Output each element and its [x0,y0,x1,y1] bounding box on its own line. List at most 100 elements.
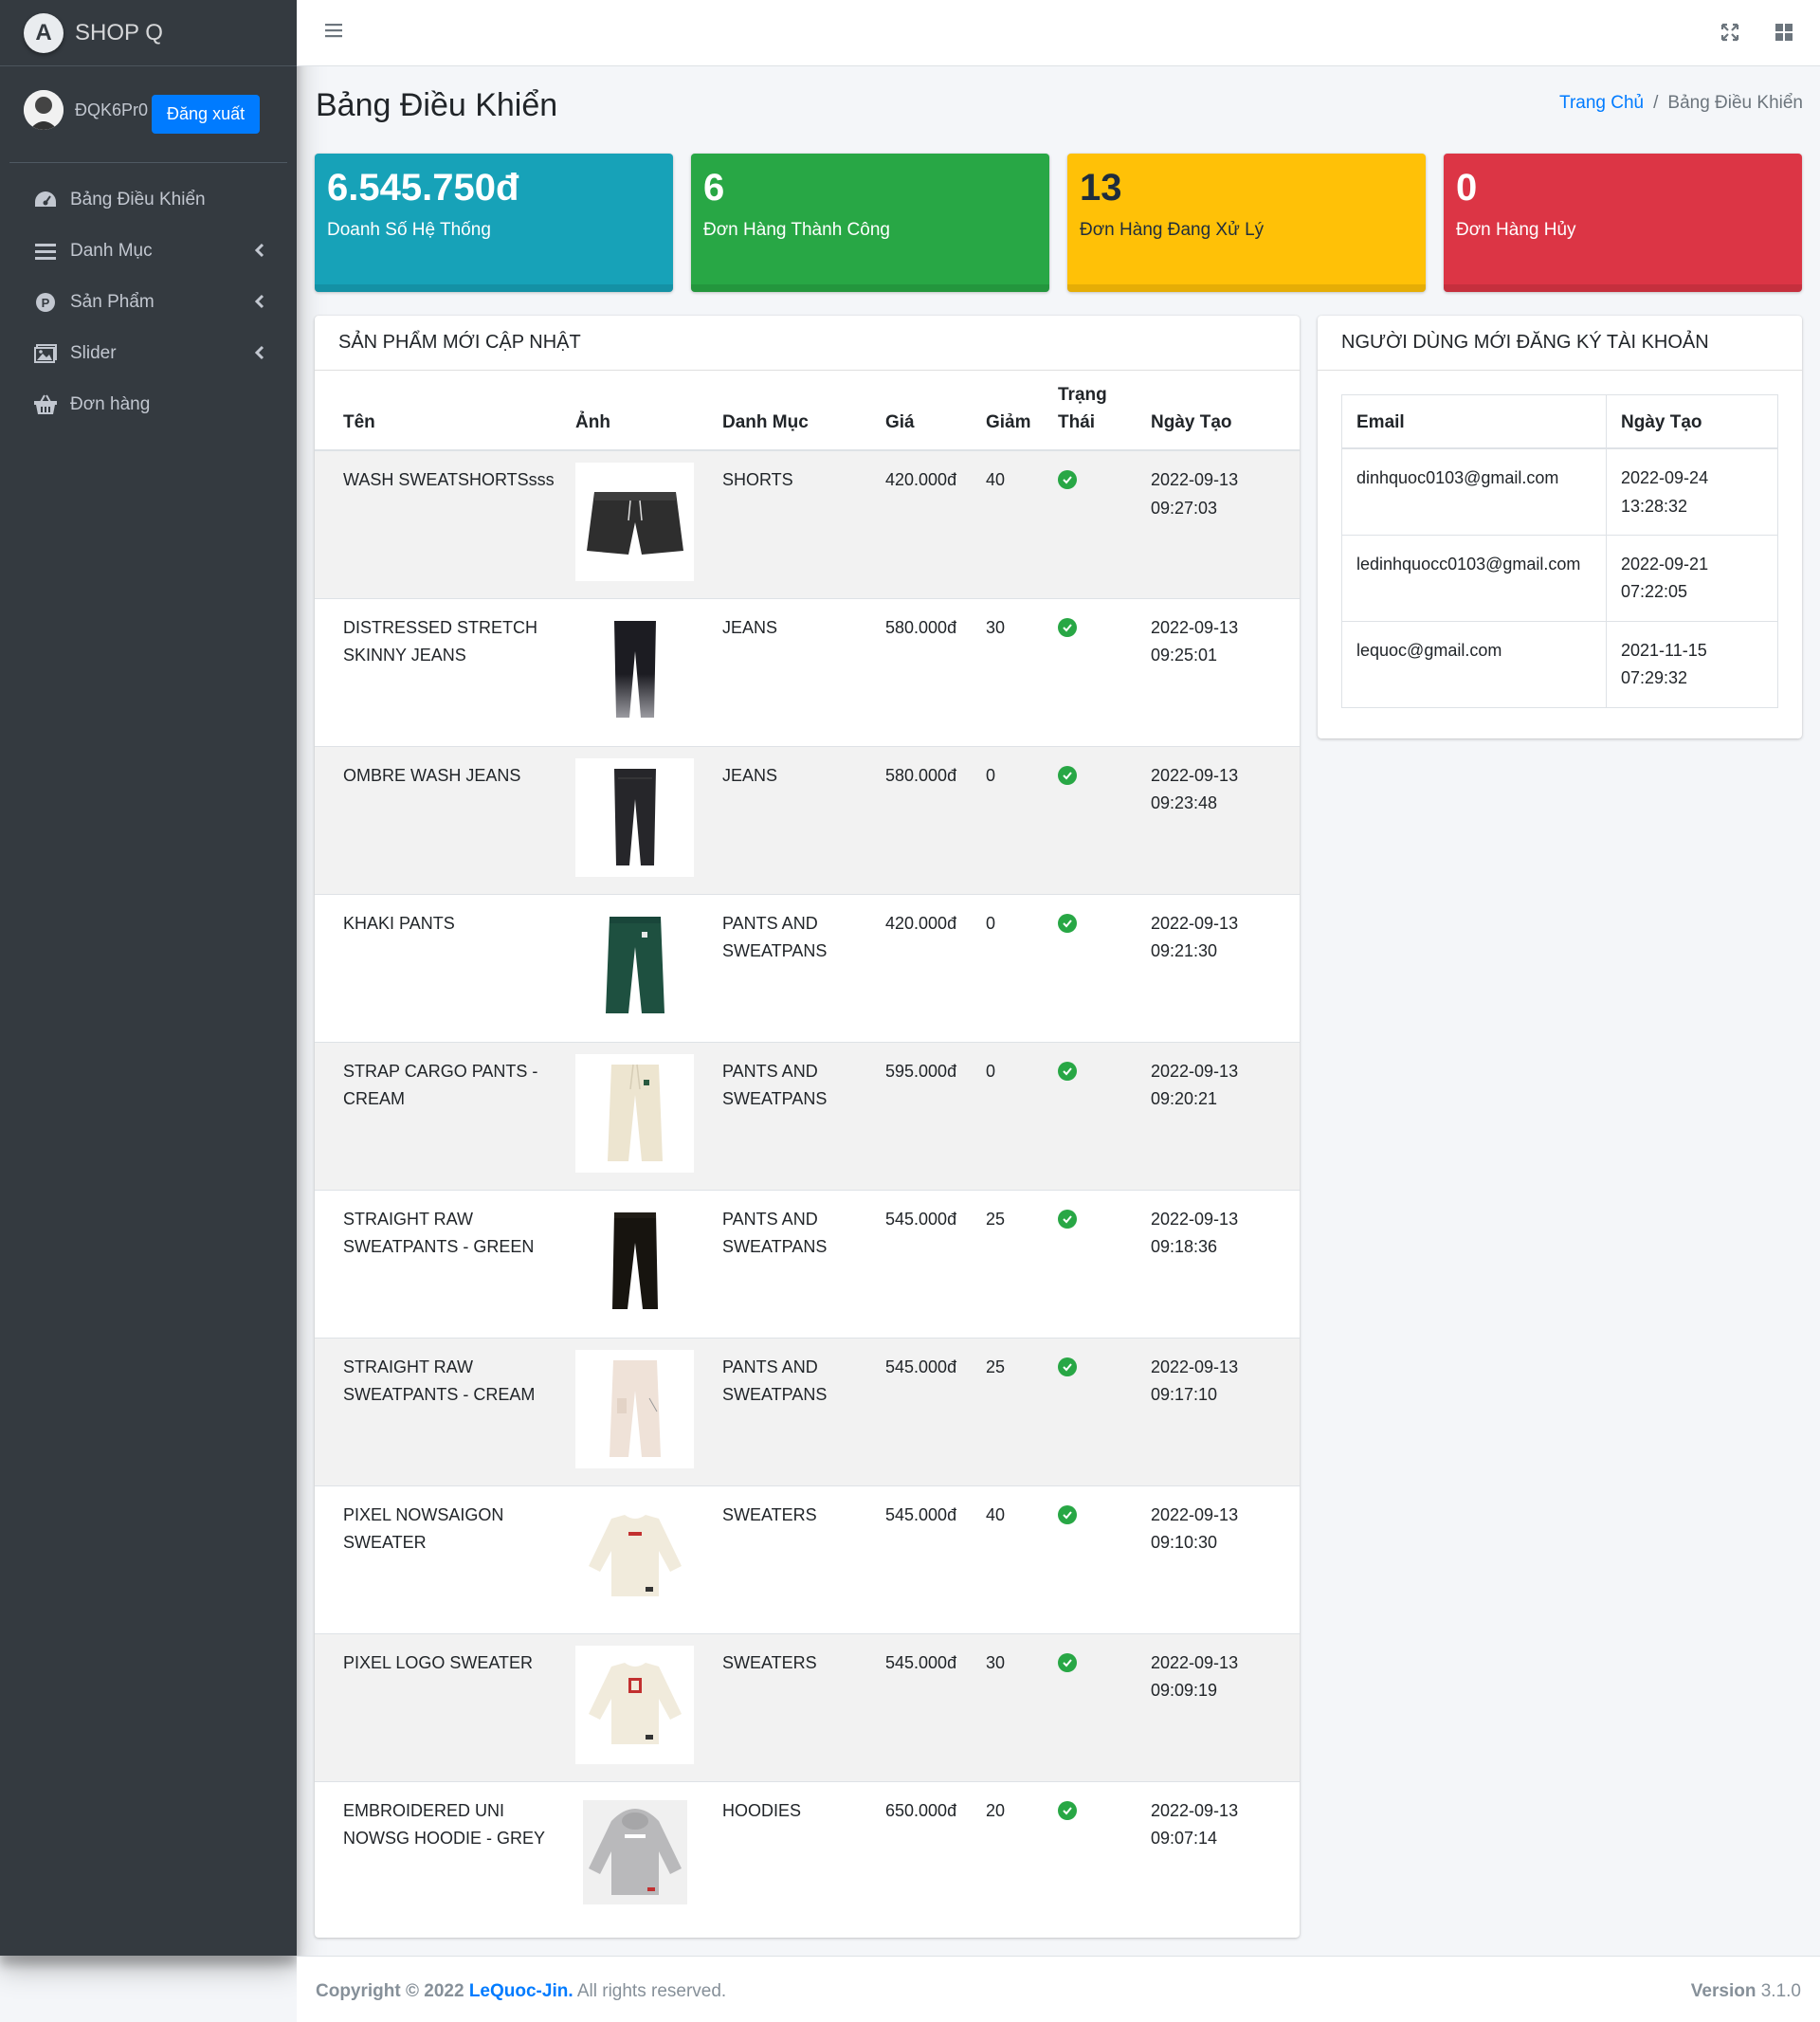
sidebar-item-products[interactable]: P Sản Phẩm [9,277,287,328]
created-date: 2022-09-13 [1151,1061,1239,1081]
check-circle-icon [1058,765,1077,785]
product-name: STRAIGHT RAW SWEATPANTS - CREAM [315,1337,566,1485]
product-thumbnail[interactable] [575,463,694,581]
product-created: 2022-09-13 09:18:36 [1141,1189,1300,1338]
avatar[interactable] [24,89,64,130]
stat-value: 0 [1456,167,1478,209]
rights-text: All rights reserved. [576,1981,727,2001]
check-circle-icon [1058,1061,1077,1081]
created-time: 09:27:03 [1151,498,1218,518]
user-name[interactable]: ĐQK6Pr0 [75,100,148,120]
product-created: 2022-09-13 09:20:21 [1141,1041,1300,1190]
chevron-left-icon [254,294,264,315]
product-thumbnail[interactable] [575,1793,694,1912]
col-email: Email [1341,394,1607,449]
product-discount: 0 [976,1041,1048,1190]
new-users-card: NGƯỜI DÙNG MỚI ĐĂNG KÝ TÀI KHOẢN Email N… [1318,316,1802,738]
col-discount: Giảm [976,371,1048,451]
product-name: PIXEL NOWSAIGON SWEATER [315,1485,566,1633]
product-price: 545.000đ [876,1189,976,1338]
product-created: 2022-09-13 09:27:03 [1141,449,1300,598]
product-thumbnail[interactable] [575,1053,694,1173]
col-price: Giá [876,371,976,451]
created-time: 09:20:21 [1151,1089,1218,1109]
product-discount: 20 [976,1780,1048,1929]
sidebar-item-label: Đơn hàng [70,394,151,414]
col-status: Trạng Thái [1048,371,1141,451]
product-thumbnail[interactable] [575,1349,694,1468]
table-row: lequoc@gmail.com 2021-11-15 07:29:32 [1341,620,1778,708]
created-date: 2022-09-21 [1621,554,1709,574]
product-status [1048,1780,1141,1929]
col-created: Ngày Tạo [1606,394,1778,449]
menu-toggle-icon[interactable] [325,23,342,43]
table-header-row: Email Ngày Tạo [1341,394,1778,449]
product-category: JEANS [713,745,876,894]
created-date: 2022-09-24 [1621,468,1709,487]
table-row: ledinhquocc0103@gmail.com 2022-09-21 07:22… [1341,534,1778,622]
user-created: 2022-09-24 13:28:32 [1606,447,1778,536]
created-time: 09:17:10 [1151,1385,1218,1405]
product-name: OMBRE WASH JEANS [315,745,566,894]
stat-value: 6 [703,167,725,209]
product-price: 545.000đ [876,1337,976,1485]
created-time: 13:28:32 [1621,496,1688,516]
breadcrumb-separator: / [1653,93,1659,113]
dashboard-icon [32,187,59,213]
brand-logo: A [24,12,64,53]
product-discount: 30 [976,1632,1048,1781]
col-name: Tên [315,371,566,451]
breadcrumb-home-link[interactable]: Trang Chủ [1559,93,1644,113]
product-thumbnail[interactable] [575,1645,694,1764]
sidebar: A SHOP Q ĐQK6Pr0 Đăng xuất Bảng Điều Khi… [0,0,297,1956]
version-number: 3.1.0 [1760,1981,1801,2001]
product-name: PIXEL LOGO SWEATER [315,1632,566,1781]
page-title: Bảng Điều Khiển [316,87,558,123]
footer-copyright: Copyright © 2022 LeQuoc-Jin. All rights … [316,1981,726,2002]
product-status [1048,1485,1141,1633]
control-sidebar-icon[interactable] [1774,23,1793,46]
breadcrumb: Trang Chủ / Bảng Điều Khiển [1559,93,1803,114]
products-table-body: WASH SWEATSHORTSsss SHORTS 420.000đ 40 2022-… [315,449,1300,1929]
sidebar-item-label: Slider [70,343,117,363]
content-header: Bảng Điều Khiển Trang Chủ / Bảng Điều Khiể… [316,85,1803,127]
sidebar-item-slider[interactable]: Slider [9,328,287,379]
created-time: 07:22:05 [1621,582,1688,602]
col-category: Danh Mục [713,371,876,451]
created-time: 09:25:01 [1151,646,1218,665]
product-discount: 30 [976,597,1048,746]
product-image-cell [566,597,713,746]
chevron-left-icon [254,345,264,366]
brand-name: SHOP Q [75,19,163,46]
brand-link[interactable]: A SHOP Q [0,0,297,66]
product-category: JEANS [713,597,876,746]
logout-button[interactable]: Đăng xuất [152,95,261,134]
stat-box-revenue: 6.545.750đ Doanh Số Hệ Thống [315,154,673,292]
user-email: dinhquoc0103@gmail.com [1341,447,1607,536]
product-image-cell [566,449,713,598]
created-date: 2022-09-13 [1151,617,1239,637]
fullscreen-icon[interactable] [1720,23,1739,46]
product-thumbnail[interactable] [575,905,694,1025]
created-date: 2021-11-15 [1621,640,1707,660]
products-table: Tên Ảnh Danh Mục Giá Giảm Trạng Thái Ngày… [315,371,1300,1929]
product-price: 545.000đ [876,1632,976,1781]
created-time: 09:07:14 [1151,1829,1218,1849]
sidebar-item-dashboard[interactable]: Bảng Điều Khiển [9,174,287,226]
author-link[interactable]: LeQuoc-Jin. [469,1981,573,2001]
product-created: 2022-09-13 09:07:14 [1141,1780,1300,1929]
products-card-title: SẢN PHẨM MỚI CẬP NHẬT [315,316,1300,371]
product-image-cell [566,1041,713,1190]
product-thumbnail[interactable] [575,757,694,877]
stat-label: Đơn Hàng Đang Xử Lý [1080,220,1265,240]
product-thumbnail[interactable] [575,610,694,729]
product-status [1048,1189,1141,1338]
product-p-icon: P [32,289,59,316]
user-panel: ĐQK6Pr0 Đăng xuất [9,66,287,163]
product-thumbnail[interactable] [575,1201,694,1321]
stat-box-processing-orders: 13 Đơn Hàng Đang Xử Lý [1067,154,1426,292]
col-created: Ngày Tạo [1141,371,1300,451]
sidebar-item-orders[interactable]: Đơn hàng [9,379,287,430]
product-thumbnail[interactable] [575,1497,694,1616]
sidebar-item-categories[interactable]: Danh Mục [9,226,287,277]
